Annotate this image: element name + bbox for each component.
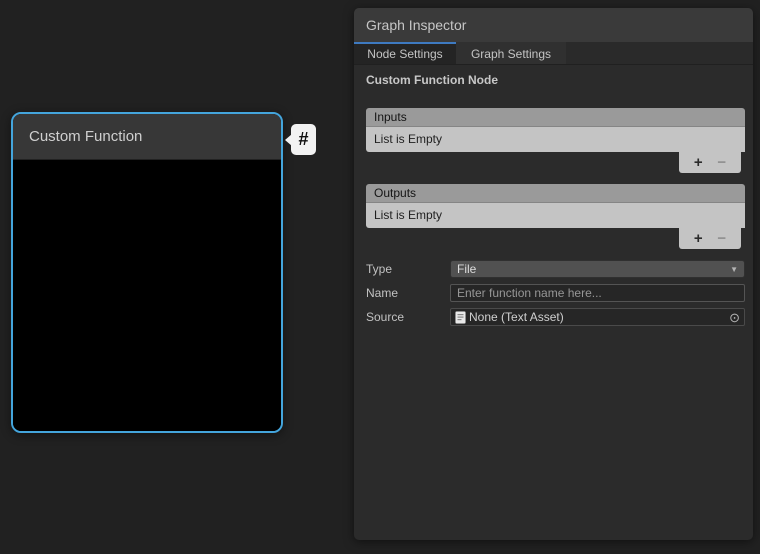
inputs-list-header-label: Inputs — [374, 110, 407, 124]
outputs-list-footer-row: + − — [366, 228, 745, 249]
chevron-down-icon: ▼ — [730, 265, 738, 274]
type-dropdown[interactable]: File ▼ — [450, 260, 745, 278]
type-dropdown-value: File — [457, 262, 476, 276]
source-row: Source None (Text Asset) ⊙ — [366, 308, 745, 326]
object-picker-icon[interactable]: ⊙ — [729, 311, 740, 324]
name-label: Name — [366, 286, 450, 300]
outputs-list: Outputs List is Empty + − — [366, 184, 745, 249]
tab-graph-settings-label: Graph Settings — [471, 47, 551, 61]
node-header[interactable]: Custom Function — [13, 114, 281, 160]
custom-function-node[interactable]: Custom Function — [11, 112, 283, 433]
node-preview-body — [13, 161, 281, 431]
tab-node-settings[interactable]: Node Settings — [354, 42, 456, 64]
outputs-empty-text: List is Empty — [374, 208, 442, 222]
type-label: Type — [366, 262, 450, 276]
source-label: Source — [366, 310, 450, 324]
graph-inspector-panel: Graph Inspector Node Settings Graph Sett… — [354, 8, 753, 540]
outputs-list-footer: + − — [679, 228, 741, 249]
inputs-list-footer: + − — [679, 152, 741, 173]
section-title: Custom Function Node — [366, 73, 745, 89]
panel-header[interactable]: Graph Inspector — [354, 8, 753, 42]
tab-node-settings-label: Node Settings — [367, 47, 442, 61]
inspector-tabbar: Node Settings Graph Settings — [354, 42, 753, 65]
inputs-list-header[interactable]: Inputs — [366, 108, 745, 127]
tab-graph-settings[interactable]: Graph Settings — [456, 42, 566, 64]
outputs-list-header[interactable]: Outputs — [366, 184, 745, 203]
outputs-remove-button[interactable]: − — [717, 231, 726, 246]
outputs-list-empty-row: List is Empty — [366, 203, 745, 228]
source-object-value: None (Text Asset) — [469, 310, 564, 324]
node-title: Custom Function — [29, 128, 142, 145]
outputs-list-header-label: Outputs — [374, 186, 416, 200]
name-row: Name — [366, 284, 745, 302]
hash-icon: # — [298, 129, 308, 150]
text-asset-icon — [455, 311, 466, 324]
outputs-add-button[interactable]: + — [694, 231, 703, 246]
function-name-input[interactable] — [450, 284, 745, 302]
inputs-add-button[interactable]: + — [694, 155, 703, 170]
panel-title: Graph Inspector — [366, 17, 466, 33]
inputs-empty-text: List is Empty — [374, 132, 442, 146]
inspector-content: Custom Function Node Inputs List is Empt… — [354, 65, 753, 326]
badge-tail — [285, 134, 292, 146]
source-object-field[interactable]: None (Text Asset) ⊙ — [450, 308, 745, 326]
inputs-remove-button[interactable]: − — [717, 155, 726, 170]
node-properties: Type File ▼ Name Source — [366, 260, 745, 326]
type-row: Type File ▼ — [366, 260, 745, 278]
inputs-list-empty-row: List is Empty — [366, 127, 745, 152]
inputs-list: Inputs List is Empty + − — [366, 108, 745, 173]
node-hash-badge[interactable]: # — [291, 124, 316, 155]
inputs-list-footer-row: + − — [366, 152, 745, 173]
